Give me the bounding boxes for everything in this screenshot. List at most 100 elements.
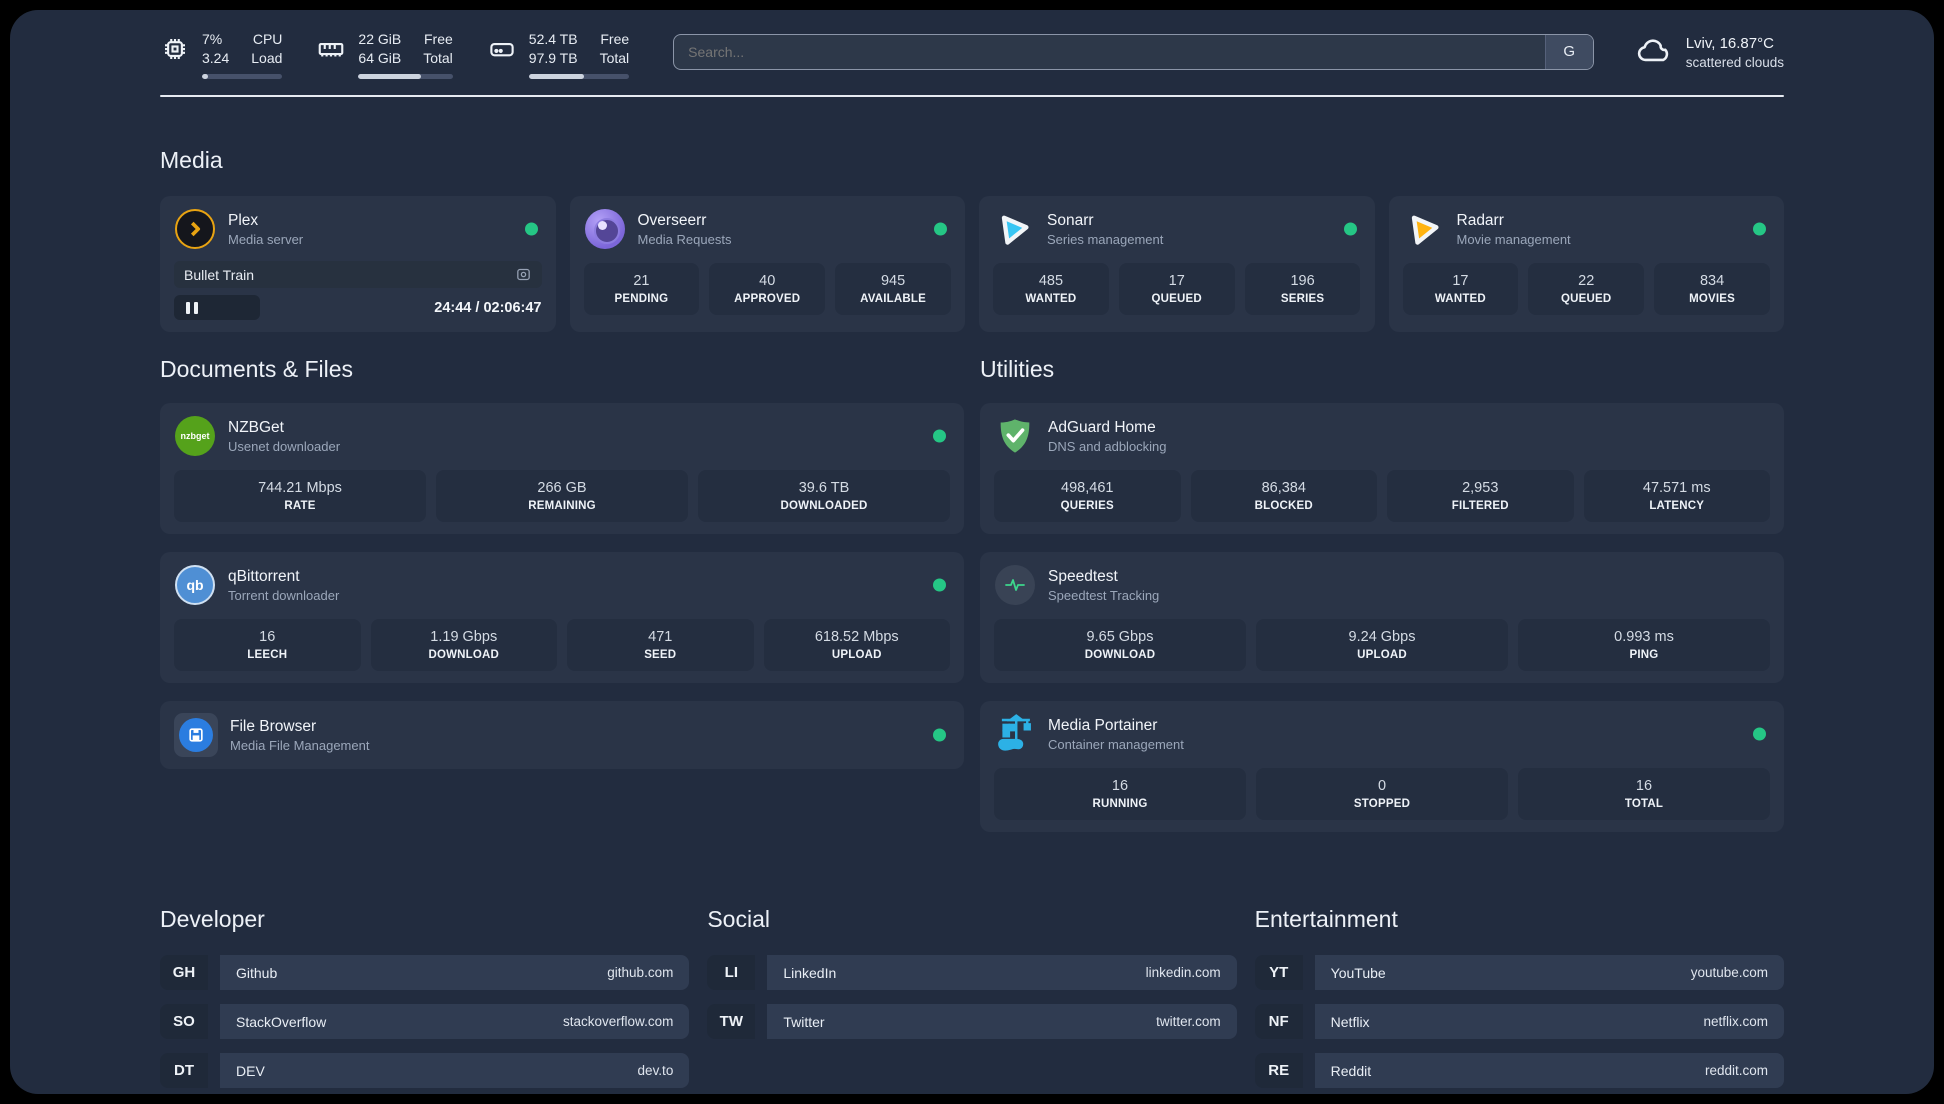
stat-box: 0 STOPPED bbox=[1256, 768, 1508, 820]
sonarr-name: Sonarr bbox=[1047, 211, 1094, 229]
stat-box: 266 GB REMAINING bbox=[436, 470, 688, 522]
memory-total-label: Total bbox=[423, 50, 453, 66]
stat-box: 498,461 QUERIES bbox=[994, 470, 1181, 522]
disk-free-label: Free bbox=[600, 31, 630, 47]
twitter-abbr: TW bbox=[707, 1004, 756, 1039]
stat-box: 1.19 Gbps DOWNLOAD bbox=[370, 619, 557, 671]
youtube-abbr: YT bbox=[1254, 955, 1303, 990]
stat-box: 17 QUEUED bbox=[1118, 263, 1235, 315]
sonarr-status-dot bbox=[1343, 222, 1357, 236]
radarr-card[interactable]: Radarr Movie management 17 WANTED 22 QUEUE… bbox=[1388, 196, 1784, 332]
weather-location-temp: Lviv, 16.87°C bbox=[1685, 34, 1774, 52]
github-abbr: GH bbox=[160, 955, 208, 990]
link-github[interactable]: GH Github github.com bbox=[160, 955, 690, 990]
utilities-column: Utilities AdGuard Home DNS and adblockin… bbox=[980, 356, 1784, 850]
filebrowser-card[interactable]: File Browser Media File Management bbox=[160, 701, 964, 769]
stat-box: 86,384 BLOCKED bbox=[1190, 470, 1377, 522]
disk-total-label: Total bbox=[599, 50, 630, 66]
session-details-icon[interactable] bbox=[515, 266, 532, 283]
stat-box: 945 AVAILABLE bbox=[835, 263, 951, 315]
link-dev-to[interactable]: DT DEV dev.to bbox=[160, 1053, 690, 1088]
netflix-abbr: NF bbox=[1254, 1004, 1303, 1039]
memory-free: 22 GiB bbox=[358, 31, 402, 47]
qbittorrent-icon: qb bbox=[174, 564, 216, 606]
radarr-status-dot bbox=[1753, 222, 1766, 236]
link-stackoverflow[interactable]: SO StackOverflow stackoverflow.com bbox=[160, 1004, 690, 1039]
plex-icon bbox=[174, 208, 216, 250]
sonarr-desc: Series management bbox=[1047, 231, 1164, 247]
stat-box: 39.6 TB DOWNLOADED bbox=[698, 470, 950, 522]
stat-box: 17 WANTED bbox=[1402, 263, 1519, 315]
radarr-name: Radarr bbox=[1456, 211, 1504, 229]
qbittorrent-status-dot bbox=[933, 578, 946, 592]
search-input[interactable] bbox=[674, 34, 1545, 69]
filebrowser-desc: Media File Management bbox=[230, 737, 370, 753]
section-title-developer: Developer bbox=[160, 906, 265, 932]
stat-box: 618.52 Mbps UPLOAD bbox=[763, 619, 950, 671]
reddit-abbr: RE bbox=[1254, 1053, 1303, 1088]
qbittorrent-name: qBittorrent bbox=[228, 567, 300, 585]
system-stats: 7% 3.24 CPU Load 22 GiB 64 GiB Free Total bbox=[160, 30, 630, 79]
adguard-desc: DNS and adblocking bbox=[1048, 438, 1167, 454]
link-reddit[interactable]: RE Reddit reddit.com bbox=[1254, 1053, 1784, 1088]
dev-to-abbr: DT bbox=[160, 1053, 208, 1088]
overseerr-desc: Media Requests bbox=[637, 231, 732, 247]
cpu-stat: 7% 3.24 CPU Load bbox=[160, 30, 283, 79]
adguard-card[interactable]: AdGuard Home DNS and adblocking 498,461 Q… bbox=[980, 403, 1784, 534]
stat-box: 485 WANTED bbox=[993, 263, 1109, 315]
stat-box: 196 SERIES bbox=[1244, 263, 1361, 315]
overseerr-card[interactable]: Overseerr Media Requests 21 PENDING 40 APP… bbox=[569, 196, 965, 332]
disk-total: 97.9 TB bbox=[528, 50, 578, 66]
weather-condition: scattered clouds bbox=[1685, 54, 1784, 70]
developer-section: Developer GH Github github.com SO StackOv… bbox=[160, 906, 690, 1094]
nzbget-desc: Usenet downloader bbox=[228, 438, 341, 454]
sonarr-card[interactable]: Sonarr Series management 485 WANTED 17 QUE… bbox=[979, 196, 1375, 332]
stat-box: 21 PENDING bbox=[583, 263, 700, 315]
pause-button[interactable] bbox=[174, 295, 260, 320]
disk-free: 52.4 TB bbox=[528, 31, 578, 47]
link-youtube[interactable]: YT YouTube youtube.com bbox=[1254, 955, 1784, 990]
now-playing-title: Bullet Train bbox=[184, 266, 255, 283]
weather-widget: Lviv, 16.87°C scattered clouds bbox=[1634, 33, 1784, 72]
filebrowser-status-dot bbox=[933, 728, 946, 742]
section-title-social: Social bbox=[707, 906, 770, 932]
link-linkedin[interactable]: LI LinkedIn linkedin.com bbox=[707, 955, 1237, 990]
dashboard: 7% 3.24 CPU Load 22 GiB 64 GiB Free Total bbox=[10, 10, 1934, 1094]
memory-total: 64 GiB bbox=[358, 50, 402, 66]
portainer-name: Media Portainer bbox=[1048, 716, 1158, 734]
documents-column: Documents & Files nzbget NZBGet Usenet d… bbox=[160, 356, 964, 850]
memory-icon bbox=[316, 34, 346, 64]
stat-box: 16 LEECH bbox=[174, 619, 361, 671]
cloud-icon bbox=[1634, 33, 1674, 72]
overseerr-icon bbox=[584, 208, 626, 250]
nzbget-icon: nzbget bbox=[174, 415, 216, 457]
top-bar: 7% 3.24 CPU Load 22 GiB 64 GiB Free Total bbox=[160, 30, 1784, 79]
filebrowser-name: File Browser bbox=[230, 717, 317, 735]
stat-box: 16 RUNNING bbox=[994, 768, 1246, 820]
stat-box: 2,953 FILTERED bbox=[1387, 470, 1574, 522]
search-bar: G bbox=[673, 33, 1594, 70]
search-engine-button[interactable]: G bbox=[1544, 34, 1593, 69]
speedtest-icon bbox=[994, 564, 1036, 606]
memory-free-label: Free bbox=[424, 31, 453, 47]
plex-card[interactable]: Plex Media server Bullet Train 24:44 / 0… bbox=[160, 196, 556, 332]
link-netflix[interactable]: NF Netflix netflix.com bbox=[1254, 1004, 1784, 1039]
qbittorrent-card[interactable]: qb qBittorrent Torrent downloader 16 LEEC… bbox=[160, 552, 964, 683]
nzbget-card[interactable]: nzbget NZBGet Usenet downloader 744.21 M… bbox=[160, 403, 964, 534]
speedtest-name: Speedtest bbox=[1048, 567, 1118, 585]
media-grid: Plex Media server Bullet Train 24:44 / 0… bbox=[160, 196, 1784, 332]
qbittorrent-desc: Torrent downloader bbox=[228, 587, 340, 603]
disk-icon bbox=[487, 34, 517, 64]
plex-name: Plex bbox=[228, 211, 259, 229]
stat-box: 47.571 ms LATENCY bbox=[1583, 470, 1770, 522]
stat-box: 471 SEED bbox=[567, 619, 754, 671]
memory-progress bbox=[358, 74, 453, 79]
stat-box: 16 TOTAL bbox=[1518, 768, 1770, 820]
section-title-documents: Documents & Files bbox=[160, 356, 354, 382]
speedtest-card[interactable]: Speedtest Speedtest Tracking 9.65 Gbps DO… bbox=[980, 552, 1784, 683]
link-twitter[interactable]: TW Twitter twitter.com bbox=[707, 1004, 1237, 1039]
section-title-media: Media bbox=[160, 147, 223, 173]
disk-progress bbox=[528, 74, 630, 79]
portainer-card[interactable]: Media Portainer Container management 16 R… bbox=[980, 701, 1784, 832]
radarr-icon bbox=[1403, 208, 1445, 250]
